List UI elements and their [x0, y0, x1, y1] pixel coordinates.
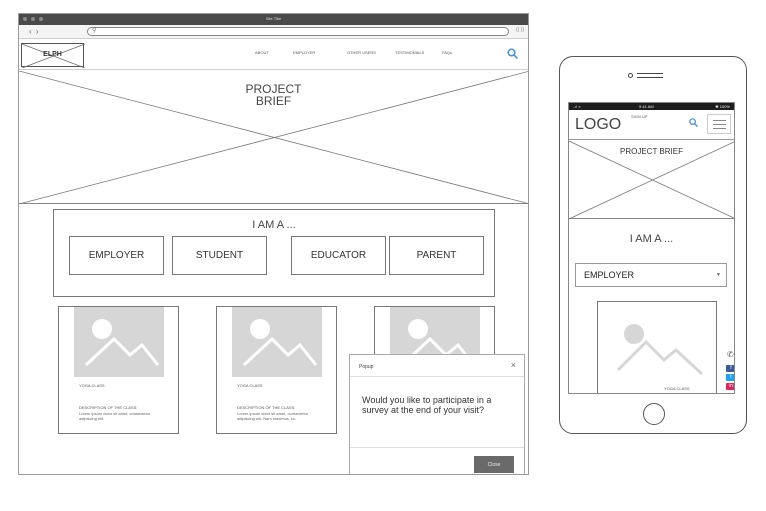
twitter-icon[interactable]: t: [726, 374, 734, 381]
mobile-hero-title: PROJECT BRIEF: [620, 147, 683, 156]
signal-icon: ..ıl ≈: [573, 104, 581, 109]
card-description-label: DESCRIPTION OF THE CLASS:: [79, 405, 138, 410]
mobile-hero-placeholder: PROJECT BRIEF: [569, 141, 734, 219]
close-icon[interactable]: ×: [511, 361, 516, 370]
role-selector-panel: I AM A ... EMPLOYER STUDENT EDUCATOR PAR…: [53, 209, 495, 297]
nav-item-about[interactable]: ABOUT: [255, 50, 269, 55]
nav-item-employer[interactable]: EMPLOYER: [293, 50, 315, 55]
nav-item-other-users[interactable]: OTHER USERS: [347, 50, 376, 55]
role-select-value: EMPLOYER: [584, 270, 635, 280]
card-description: Lorem ipsum dolor sit amet, consectetur …: [237, 411, 309, 421]
role-button-student[interactable]: STUDENT: [172, 236, 267, 275]
mobile-card-title: YOGA CLASS: [664, 386, 690, 391]
role-selector-title: I AM A ...: [252, 219, 296, 231]
camera-icon: [628, 73, 633, 78]
card-description-label: DESCRIPTION OF THE CLASS:: [237, 405, 296, 410]
signup-link[interactable]: SIGN UP: [631, 114, 647, 119]
search-icon[interactable]: [507, 48, 518, 59]
card-title: YOGA CLASS: [79, 383, 105, 388]
home-button[interactable]: [643, 403, 665, 425]
mobile-phone-frame: ..ıl ≈ 9:41 AM ✱ 100% LOGO SIGN UP PROJE…: [559, 56, 747, 434]
survey-popup: Popup × Would you like to participate in…: [349, 354, 525, 474]
nav-item-faqs[interactable]: FAQs: [442, 50, 452, 55]
role-button-parent[interactable]: PARENT: [389, 236, 484, 275]
mobile-role-title: I AM A ...: [629, 233, 674, 245]
hero-image-placeholder: PROJECT BRIEF: [19, 71, 528, 204]
hamburger-menu-icon[interactable]: [707, 114, 731, 134]
battery-icon: ✱ 100%: [715, 104, 730, 109]
speaker-icon: [637, 73, 663, 78]
mobile-class-card[interactable]: YOGA CLASS: [597, 301, 717, 393]
address-bar[interactable]: ⚲: [87, 27, 509, 36]
instagram-icon[interactable]: in: [726, 383, 734, 390]
search-icon[interactable]: [689, 118, 698, 127]
popup-close-button[interactable]: Close: [474, 456, 514, 473]
site-header: ELPH ABOUT EMPLOYER OTHER USERS TESTIMON…: [19, 40, 528, 70]
back-forward-icon[interactable]: ‹ ›: [29, 27, 40, 36]
nav-item-testimonials[interactable]: TESTIMONIALS: [395, 50, 424, 55]
popup-footer: Close: [350, 447, 524, 474]
phone-icon[interactable]: ✆: [727, 350, 734, 359]
window-title: Site Title: [265, 16, 282, 21]
facebook-icon[interactable]: f: [726, 365, 734, 372]
browser-toolbar: ‹ › ⚲ (( )): [19, 25, 528, 39]
mobile-logo[interactable]: LOGO: [575, 116, 621, 134]
class-card[interactable]: YOGA CLASS DESCRIPTION OF THE CLASS: Lor…: [58, 306, 179, 434]
address-search-icon: ⚲: [92, 28, 97, 34]
desktop-browser-window: Site Title ‹ › ⚲ (( )) ELPH ABOUT EMPLOY…: [18, 13, 529, 475]
class-card[interactable]: YOGA CLASS DESCRIPTION OF THE CLASS: Lor…: [216, 306, 337, 434]
mobile-screen: ..ıl ≈ 9:41 AM ✱ 100% LOGO SIGN UP PROJE…: [568, 102, 735, 394]
popup-message: Would you like to participate in a surve…: [362, 395, 492, 415]
card-title: YOGA CLASS: [237, 383, 263, 388]
logo-text: ELPH: [43, 51, 62, 58]
image-placeholder-icon: [232, 307, 322, 377]
card-description: Lorem ipsum dolor sit amet, consectetur …: [79, 411, 151, 421]
popup-header: Popup ×: [350, 355, 524, 377]
hero-title-line-2: BRIEF: [255, 94, 292, 108]
role-button-employer[interactable]: EMPLOYER: [69, 236, 164, 275]
role-button-educator[interactable]: EDUCATOR: [291, 236, 386, 275]
mobile-status-bar: ..ıl ≈ 9:41 AM ✱ 100%: [569, 103, 734, 110]
popup-title: Popup: [359, 364, 374, 370]
chevron-down-icon: ▼: [716, 272, 721, 278]
logo-placeholder[interactable]: ELPH: [21, 43, 85, 68]
hero-title: PROJECT BRIEF: [19, 83, 528, 107]
image-placeholder-icon: [74, 307, 164, 377]
role-select[interactable]: EMPLOYER ▼: [575, 263, 727, 287]
feed-icon[interactable]: (( )): [516, 27, 524, 33]
window-titlebar: Site Title: [19, 14, 528, 25]
mobile-header: LOGO SIGN UP: [569, 110, 734, 140]
status-time: 9:41 AM: [639, 104, 654, 109]
image-placeholder-icon: [616, 324, 704, 376]
